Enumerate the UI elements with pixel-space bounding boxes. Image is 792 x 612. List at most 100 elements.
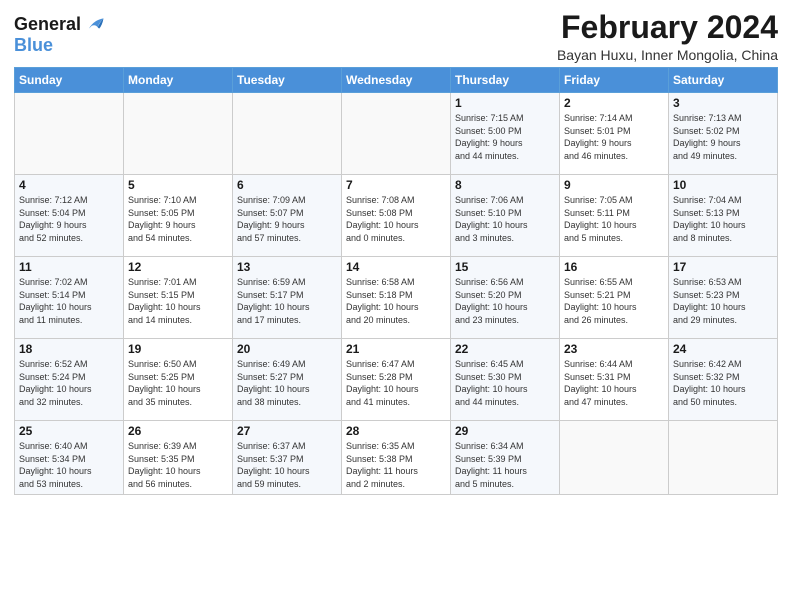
day-info: Sunrise: 6:37 AMSunset: 5:37 PMDaylight:…	[237, 440, 337, 490]
day-info: Sunrise: 7:05 AMSunset: 5:11 PMDaylight:…	[564, 194, 664, 244]
day-number: 8	[455, 178, 555, 192]
day-info: Sunrise: 6:55 AMSunset: 5:21 PMDaylight:…	[564, 276, 664, 326]
day-cell: 25 Sunrise: 6:40 AMSunset: 5:34 PMDayligh…	[15, 421, 124, 494]
day-number: 17	[673, 260, 773, 274]
day-cell	[233, 93, 342, 175]
day-number: 25	[19, 424, 119, 438]
day-cell: 13 Sunrise: 6:59 AMSunset: 5:17 PMDayligh…	[233, 257, 342, 339]
day-cell	[560, 421, 669, 494]
day-info: Sunrise: 6:58 AMSunset: 5:18 PMDaylight:…	[346, 276, 446, 326]
day-info: Sunrise: 7:01 AMSunset: 5:15 PMDaylight:…	[128, 276, 228, 326]
day-info: Sunrise: 7:08 AMSunset: 5:08 PMDaylight:…	[346, 194, 446, 244]
day-number: 7	[346, 178, 446, 192]
logo-text-general: General	[14, 15, 81, 35]
logo: General Blue	[14, 14, 105, 56]
day-cell: 24Sunrise: 6:42 AMSunset: 5:32 PMDayligh…	[669, 339, 778, 421]
day-cell: 14 Sunrise: 6:58 AMSunset: 5:18 PMDayligh…	[342, 257, 451, 339]
day-number: 11	[19, 260, 119, 274]
day-number: 23	[564, 342, 664, 356]
day-cell	[669, 421, 778, 494]
day-info: Sunrise: 6:45 AMSunset: 5:30 PMDaylight:…	[455, 358, 555, 408]
day-info: Sunrise: 6:40 AMSunset: 5:34 PMDaylight:…	[19, 440, 119, 490]
day-cell: 1 Sunrise: 7:15 AMSunset: 5:00 PMDaylight…	[451, 93, 560, 175]
weekday-header-sunday: Sunday	[15, 68, 124, 93]
week-row-1: 1 Sunrise: 7:15 AMSunset: 5:00 PMDaylight…	[15, 93, 778, 175]
day-number: 26	[128, 424, 228, 438]
day-info: Sunrise: 7:06 AMSunset: 5:10 PMDaylight:…	[455, 194, 555, 244]
day-cell: 18 Sunrise: 6:52 AMSunset: 5:24 PMDayligh…	[15, 339, 124, 421]
day-cell: 23 Sunrise: 6:44 AMSunset: 5:31 PMDayligh…	[560, 339, 669, 421]
day-info: Sunrise: 7:02 AMSunset: 5:14 PMDaylight:…	[19, 276, 119, 326]
day-info: Sunrise: 6:47 AMSunset: 5:28 PMDaylight:…	[346, 358, 446, 408]
day-info: Sunrise: 7:12 AMSunset: 5:04 PMDaylight:…	[19, 194, 119, 244]
logo-bird-icon	[83, 14, 105, 36]
day-number: 15	[455, 260, 555, 274]
week-row-5: 25 Sunrise: 6:40 AMSunset: 5:34 PMDayligh…	[15, 421, 778, 494]
day-info: Sunrise: 6:44 AMSunset: 5:31 PMDaylight:…	[564, 358, 664, 408]
day-cell: 6 Sunrise: 7:09 AMSunset: 5:07 PMDaylight…	[233, 175, 342, 257]
day-cell: 4Sunrise: 7:12 AMSunset: 5:04 PMDaylight…	[15, 175, 124, 257]
day-info: Sunrise: 7:09 AMSunset: 5:07 PMDaylight:…	[237, 194, 337, 244]
day-number: 21	[346, 342, 446, 356]
header: General Blue February 2024 Bayan Huxu, I…	[14, 10, 778, 63]
day-info: Sunrise: 6:56 AMSunset: 5:20 PMDaylight:…	[455, 276, 555, 326]
day-cell: 5 Sunrise: 7:10 AMSunset: 5:05 PMDaylight…	[124, 175, 233, 257]
day-info: Sunrise: 7:10 AMSunset: 5:05 PMDaylight:…	[128, 194, 228, 244]
day-cell: 2Sunrise: 7:14 AMSunset: 5:01 PMDaylight…	[560, 93, 669, 175]
day-number: 16	[564, 260, 664, 274]
day-info: Sunrise: 7:13 AMSunset: 5:02 PMDaylight:…	[673, 112, 773, 162]
weekday-header-friday: Friday	[560, 68, 669, 93]
day-number: 24	[673, 342, 773, 356]
day-info: Sunrise: 6:53 AMSunset: 5:23 PMDaylight:…	[673, 276, 773, 326]
day-cell: 28Sunrise: 6:35 AMSunset: 5:38 PMDayligh…	[342, 421, 451, 494]
day-number: 27	[237, 424, 337, 438]
day-cell: 7 Sunrise: 7:08 AMSunset: 5:08 PMDaylight…	[342, 175, 451, 257]
day-number: 18	[19, 342, 119, 356]
day-number: 12	[128, 260, 228, 274]
weekday-header-row: SundayMondayTuesdayWednesdayThursdayFrid…	[15, 68, 778, 93]
day-info: Sunrise: 6:34 AMSunset: 5:39 PMDaylight:…	[455, 440, 555, 490]
day-info: Sunrise: 6:39 AMSunset: 5:35 PMDaylight:…	[128, 440, 228, 490]
day-info: Sunrise: 7:15 AMSunset: 5:00 PMDaylight:…	[455, 112, 555, 162]
weekday-header-tuesday: Tuesday	[233, 68, 342, 93]
day-number: 3	[673, 96, 773, 110]
day-cell: 15 Sunrise: 6:56 AMSunset: 5:20 PMDayligh…	[451, 257, 560, 339]
logo-text-blue: Blue	[14, 35, 53, 55]
day-info: Sunrise: 6:59 AMSunset: 5:17 PMDaylight:…	[237, 276, 337, 326]
day-cell: 8 Sunrise: 7:06 AMSunset: 5:10 PMDaylight…	[451, 175, 560, 257]
day-number: 2	[564, 96, 664, 110]
day-info: Sunrise: 7:04 AMSunset: 5:13 PMDaylight:…	[673, 194, 773, 244]
day-number: 20	[237, 342, 337, 356]
day-cell: 9 Sunrise: 7:05 AMSunset: 5:11 PMDaylight…	[560, 175, 669, 257]
day-cell	[15, 93, 124, 175]
day-cell: 17 Sunrise: 6:53 AMSunset: 5:23 PMDayligh…	[669, 257, 778, 339]
day-cell: 10 Sunrise: 7:04 AMSunset: 5:13 PMDayligh…	[669, 175, 778, 257]
week-row-3: 11 Sunrise: 7:02 AMSunset: 5:14 PMDayligh…	[15, 257, 778, 339]
day-number: 9	[564, 178, 664, 192]
weekday-header-monday: Monday	[124, 68, 233, 93]
day-cell	[124, 93, 233, 175]
day-number: 1	[455, 96, 555, 110]
day-number: 28	[346, 424, 446, 438]
day-number: 6	[237, 178, 337, 192]
day-number: 22	[455, 342, 555, 356]
day-number: 19	[128, 342, 228, 356]
day-number: 14	[346, 260, 446, 274]
weekday-header-saturday: Saturday	[669, 68, 778, 93]
day-number: 10	[673, 178, 773, 192]
day-cell: 22 Sunrise: 6:45 AMSunset: 5:30 PMDayligh…	[451, 339, 560, 421]
day-cell: 29 Sunrise: 6:34 AMSunset: 5:39 PMDayligh…	[451, 421, 560, 494]
day-cell: 21 Sunrise: 6:47 AMSunset: 5:28 PMDayligh…	[342, 339, 451, 421]
day-cell: 20 Sunrise: 6:49 AMSunset: 5:27 PMDayligh…	[233, 339, 342, 421]
day-number: 5	[128, 178, 228, 192]
day-cell: 27 Sunrise: 6:37 AMSunset: 5:37 PMDayligh…	[233, 421, 342, 494]
day-info: Sunrise: 6:52 AMSunset: 5:24 PMDaylight:…	[19, 358, 119, 408]
day-number: 13	[237, 260, 337, 274]
day-cell: 26 Sunrise: 6:39 AMSunset: 5:35 PMDayligh…	[124, 421, 233, 494]
week-row-4: 18 Sunrise: 6:52 AMSunset: 5:24 PMDayligh…	[15, 339, 778, 421]
weekday-header-wednesday: Wednesday	[342, 68, 451, 93]
day-info: Sunrise: 6:49 AMSunset: 5:27 PMDaylight:…	[237, 358, 337, 408]
day-number: 29	[455, 424, 555, 438]
calendar-table: SundayMondayTuesdayWednesdayThursdayFrid…	[14, 67, 778, 494]
day-cell: 16 Sunrise: 6:55 AMSunset: 5:21 PMDayligh…	[560, 257, 669, 339]
